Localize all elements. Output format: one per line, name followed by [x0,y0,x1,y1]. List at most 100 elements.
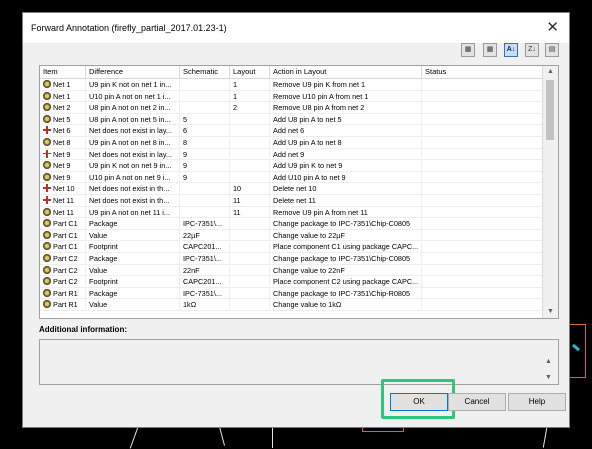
column-header-action[interactable]: Action in Layout [270,66,422,78]
component-icon [43,161,51,170]
cell-schematic: 22nF [180,264,230,276]
cell-difference: Value [86,264,180,276]
cell-status [422,90,543,102]
print-icon[interactable]: ▤ [545,43,559,57]
cell-text: Part C2 [53,265,78,275]
column-header-difference[interactable]: Difference [86,66,180,78]
cell-difference: Net does not exist in lay... [86,125,180,137]
cell-text: Change value to 22µF [273,230,345,240]
cell-text: Add U8 pin A to net 5 [273,114,342,124]
scroll-down-icon[interactable]: ▼ [543,306,558,318]
cell-action: Remove U8 pin A from net 2 [270,102,422,114]
cell-status [422,113,543,125]
table-row[interactable]: Net 9 U10 pin A not on net 9 i... 9 Add U10… [40,171,543,184]
info-scroll-up-icon[interactable]: ▲ [541,356,556,368]
ok-button[interactable]: OK [390,393,448,411]
cell-text: U10 pin A not on net 9 i... [89,172,171,182]
sort-az-icon[interactable]: A↓ [504,43,518,57]
table-row[interactable]: Net 11 U9 pin A not on net 11 i... 11 Remov… [40,206,543,219]
component-icon [43,219,51,228]
cell-difference: U8 pin A not on net 5 in... [86,113,180,125]
cell-text: U10 pin A not on net 1 i... [89,91,171,101]
filter-icon[interactable]: ▦ [483,43,497,57]
cell-text: 22µF [183,230,200,240]
table-row[interactable]: Part R1 Package IPC-7351\... Change package… [40,287,543,300]
cell-item: Net 9 [40,148,86,160]
scrollbar-thumb[interactable] [546,80,554,140]
cell-action: Change package to IPC-7351\Chip-C0805 [270,218,422,230]
cell-status [422,102,543,114]
cell-text: Value [89,265,108,275]
cell-schematic [180,102,230,114]
column-header-item[interactable]: Item [40,66,86,78]
table-row[interactable]: Part C2 Package IPC-7351\... Change package… [40,253,543,265]
cell-text: Net 1 [53,91,71,101]
cell-status [422,241,543,253]
cell-status [422,264,543,276]
table-row[interactable]: Net 8 U9 pin A not on net 8 in... 8 Add U9 … [40,137,543,149]
cell-text: Change value to 22nF [273,265,345,275]
filter-icon[interactable]: ▦ [461,43,475,57]
cell-layout: 11 [230,195,270,206]
cell-item: Part C1 [40,218,86,230]
table-row[interactable]: Net 11 Net does not exist in th... 11 Delet… [40,195,543,207]
cell-schematic: CAPC201... [180,241,230,253]
column-header-status[interactable]: Status [422,66,543,78]
sort-za-icon[interactable]: Z↓ [525,43,539,57]
help-button[interactable]: Help [508,393,566,411]
cell-schematic [180,183,230,195]
info-scroll-down-icon[interactable]: ▼ [541,372,556,384]
table-row[interactable]: Part C2 Value 22nF Change value to 22nF [40,264,543,277]
cell-action: Add U10 pin A to net 9 [270,171,422,183]
table-row[interactable]: Net 10 Net does not exist in th... 10 Delet… [40,183,543,195]
cancel-button[interactable]: Cancel [448,393,506,411]
cell-text: Delete net 11 [273,196,316,205]
component-icon [43,288,51,297]
cell-text: Add net 6 [273,126,305,136]
cell-text: U9 pin A not on net 11 i... [89,207,170,217]
cell-action: Remove U9 pin K from net 1 [270,79,422,90]
cell-text: Change value to 1kΩ [273,300,342,310]
cell-text: Remove U9 pin K from net 1 [273,80,366,89]
cell-text: Package [89,254,118,263]
cell-text: U9 pin A not on net 8 in... [89,138,171,147]
table-row[interactable]: Net 1 U10 pin A not on net 1 i... 1 Remove … [40,90,543,103]
cell-action: Add U9 pin K to net 9 [270,160,422,172]
table-row[interactable]: Part C1 Value 22µF Change value to 22µF [40,229,543,242]
table-row[interactable]: Net 1 U9 pin K not on net 1 in... 1 Remove … [40,79,543,91]
cell-text: Part R1 [53,288,78,298]
column-header-schematic[interactable]: Schematic [180,66,230,78]
cell-text: Part C2 [53,254,78,263]
scroll-up-icon[interactable]: ▲ [543,66,558,78]
cell-layout [230,125,270,137]
cell-text: Package [89,219,118,229]
table-row[interactable]: Part C1 Footprint CAPC201... Place componen… [40,241,543,253]
cell-item: Net 11 [40,195,86,206]
cell-text: Net 11 [53,207,74,217]
table-row[interactable]: Part C1 Package IPC-7351\... Change package… [40,218,543,230]
cell-text: 2 [233,103,238,113]
cell-text: Net 9 [53,172,71,182]
table-row[interactable]: Part R1 Value 1kΩ Change value to 1kΩ [40,299,543,311]
table-row[interactable]: Net 5 U8 pin A not on net 5 in... 5 Add U8 … [40,113,543,126]
forward-annotation-dialog: Forward Annotation (firefly_partial_2017… [22,12,570,428]
column-header-layout[interactable]: Layout [230,66,270,78]
cell-text: CAPC201... [183,242,222,252]
cell-status [422,79,543,90]
cell-text: 10 [233,184,242,194]
cell-text: 11 [233,196,241,205]
cell-difference: Value [86,299,180,311]
cell-item: Part R1 [40,287,86,299]
table-row[interactable]: Part C2 Footprint CAPC201... Place componen… [40,276,543,288]
close-icon[interactable]: ✕ [546,18,559,36]
table-row[interactable]: Net 9 U9 pin K not on net 9 in... 9 Add U9 … [40,160,543,172]
cell-action: Add net 9 [270,148,422,160]
net-add-icon [43,149,51,158]
vertical-scrollbar[interactable]: ▲ ▼ [542,66,558,318]
table-row[interactable]: Net 6 Net does not exist in lay... 6 Add ne… [40,125,543,137]
cell-status [422,171,543,183]
cell-text: 1 [233,91,238,101]
cell-layout [230,299,270,311]
table-row[interactable]: Net 9 Net does not exist in lay... 9 Add ne… [40,148,543,161]
table-row[interactable]: Net 2 U8 pin A not on net 2 in... 2 Remove … [40,102,543,114]
